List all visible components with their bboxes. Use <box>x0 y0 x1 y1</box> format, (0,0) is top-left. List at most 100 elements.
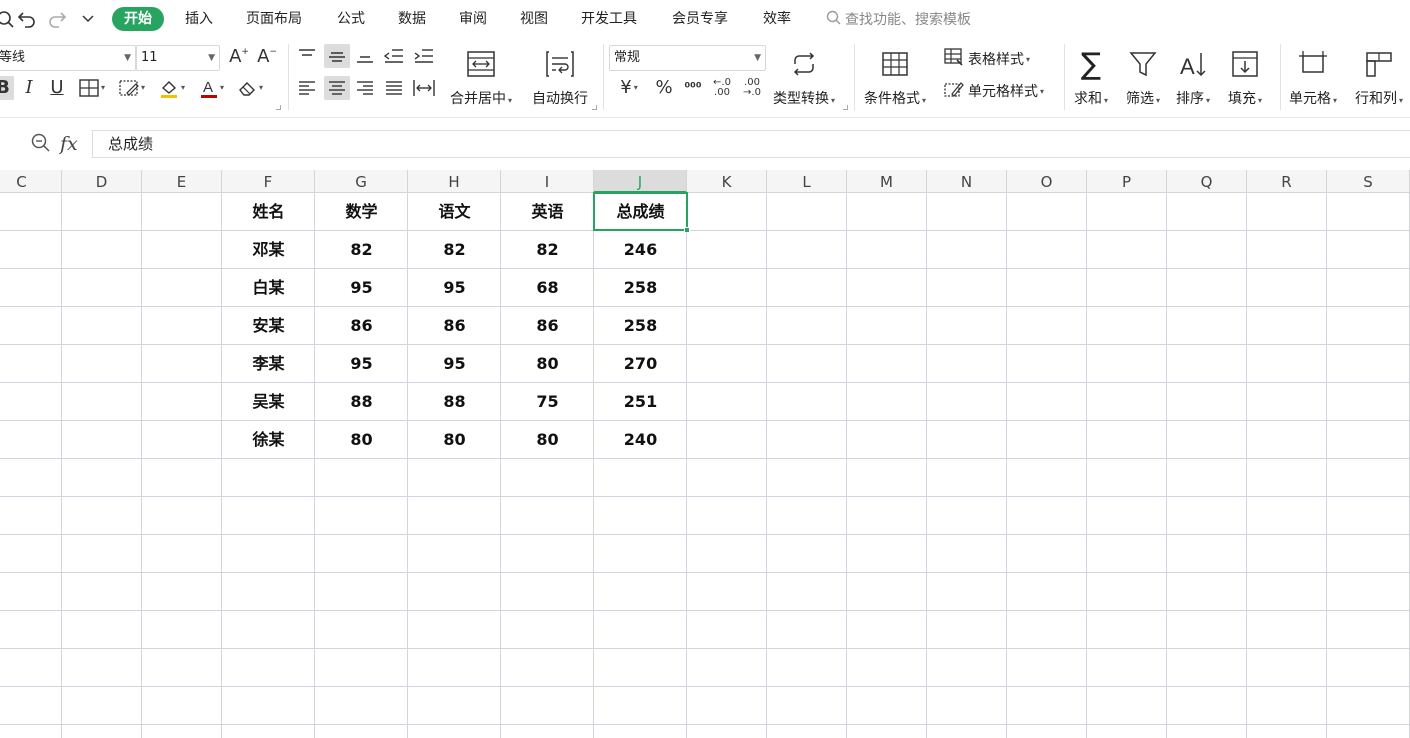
italic-icon[interactable]: I <box>18 76 40 100</box>
tab-efficiency[interactable]: 效率 <box>763 7 791 31</box>
fill-color-icon[interactable]: ▾ <box>154 76 190 100</box>
justify-icon[interactable] <box>382 76 406 100</box>
tab-formulas[interactable]: 公式 <box>337 7 365 31</box>
table-cell[interactable]: 李某 <box>222 345 315 383</box>
align-center-icon[interactable] <box>324 76 350 100</box>
table-cell[interactable]: 95 <box>408 269 501 307</box>
table-cell[interactable]: 80 <box>501 345 594 383</box>
border-icon[interactable]: ▾ <box>74 76 110 100</box>
increase-font-icon[interactable]: A + <box>228 46 250 68</box>
table-cell[interactable]: 258 <box>594 269 687 307</box>
conditional-format-button[interactable]: 条件格式 ▾ <box>864 44 926 108</box>
tab-page-layout[interactable]: 页面布局 <box>246 7 302 31</box>
table-cell[interactable]: 246 <box>594 231 687 269</box>
column-header-s[interactable]: S <box>1327 170 1410 193</box>
column-header-l[interactable]: L <box>767 170 847 193</box>
table-cell[interactable]: 95 <box>315 269 408 307</box>
column-header-m[interactable]: M <box>847 170 927 193</box>
distributed-align-icon[interactable] <box>412 76 436 100</box>
font-name-select[interactable]: 等线 ▼ <box>0 45 136 71</box>
column-header-o[interactable]: O <box>1007 170 1087 193</box>
formula-input[interactable]: 总成绩 <box>92 130 1410 158</box>
table-cell[interactable]: 75 <box>501 383 594 421</box>
table-style-button[interactable]: 表格样式 ▾ <box>944 48 1030 70</box>
wrap-text-button[interactable]: 自动换行 <box>532 44 588 108</box>
table-cell[interactable]: 80 <box>408 421 501 459</box>
column-header-p[interactable]: P <box>1087 170 1167 193</box>
increase-indent-icon[interactable] <box>412 44 436 68</box>
table-cell[interactable]: 88 <box>315 383 408 421</box>
align-middle-icon[interactable] <box>324 44 350 68</box>
column-header-e[interactable]: E <box>142 170 222 193</box>
thousands-separator-icon[interactable]: ⁰⁰⁰ <box>680 76 706 100</box>
align-bottom-icon[interactable] <box>354 44 376 68</box>
table-cell[interactable]: 安某 <box>222 307 315 345</box>
tab-insert[interactable]: 插入 <box>185 7 213 31</box>
column-header-h[interactable]: H <box>408 170 501 193</box>
fill-button[interactable]: 填充 ▾ <box>1228 44 1262 108</box>
sum-button[interactable]: ∑ 求和 ▾ <box>1074 44 1108 108</box>
align-top-icon[interactable] <box>296 44 318 68</box>
sort-button[interactable]: A 排序 ▾ <box>1176 44 1210 108</box>
table-cell[interactable]: 240 <box>594 421 687 459</box>
decrease-indent-icon[interactable] <box>382 44 406 68</box>
column-header-c[interactable]: C <box>0 170 62 193</box>
column-header-i[interactable]: I <box>501 170 594 193</box>
table-cell[interactable]: 82 <box>501 231 594 269</box>
column-header-d[interactable]: D <box>62 170 142 193</box>
table-cell[interactable]: 95 <box>408 345 501 383</box>
font-color-icon[interactable]: A ▾ <box>194 76 230 100</box>
fx-icon[interactable]: fx <box>60 133 78 155</box>
tab-data[interactable]: 数据 <box>398 7 426 31</box>
tab-view[interactable]: 视图 <box>520 7 548 31</box>
decrease-decimal-icon[interactable]: .00 →.0 <box>738 76 766 100</box>
merge-center-button[interactable]: 合并居中 ▾ <box>450 44 512 108</box>
table-cell[interactable]: 邓某 <box>222 231 315 269</box>
column-header-q[interactable]: Q <box>1167 170 1247 193</box>
header-cell[interactable]: 英语 <box>501 193 594 231</box>
percent-icon[interactable]: % <box>652 76 676 100</box>
redo-icon[interactable] <box>46 8 68 30</box>
tab-review[interactable]: 审阅 <box>459 7 487 31</box>
currency-icon[interactable]: ¥ ▾ <box>612 76 646 100</box>
underline-icon[interactable]: U <box>46 76 68 100</box>
table-cell[interactable]: 吴某 <box>222 383 315 421</box>
number-format-select[interactable]: 常规 ▼ <box>609 45 766 71</box>
column-header-r[interactable]: R <box>1247 170 1327 193</box>
align-left-icon[interactable] <box>296 76 318 100</box>
table-cell[interactable]: 80 <box>501 421 594 459</box>
row-col-button[interactable]: 行和列 ▾ <box>1355 44 1403 108</box>
cell-shading-icon[interactable]: ▾ <box>114 76 150 100</box>
tab-home[interactable]: 开始 <box>112 7 164 31</box>
table-cell[interactable]: 白某 <box>222 269 315 307</box>
increase-decimal-icon[interactable]: ←.0 .00 <box>708 76 736 100</box>
cell-button[interactable]: 单元格 ▾ <box>1289 44 1337 108</box>
tab-developer[interactable]: 开发工具 <box>581 7 637 31</box>
table-cell[interactable]: 80 <box>315 421 408 459</box>
quick-access-dropdown-icon[interactable] <box>77 8 99 30</box>
table-cell[interactable]: 86 <box>315 307 408 345</box>
table-cell[interactable]: 82 <box>315 231 408 269</box>
table-cell[interactable]: 86 <box>408 307 501 345</box>
table-cell[interactable]: 86 <box>501 307 594 345</box>
table-cell[interactable]: 88 <box>408 383 501 421</box>
table-cell[interactable]: 258 <box>594 307 687 345</box>
font-dialog-launcher-icon[interactable] <box>276 105 281 110</box>
table-cell[interactable]: 82 <box>408 231 501 269</box>
bold-icon[interactable]: B <box>0 76 14 100</box>
zoom-formula-icon[interactable] <box>30 132 50 156</box>
clear-format-icon[interactable]: ▾ <box>232 76 268 100</box>
cell-area[interactable] <box>0 193 1410 738</box>
align-dialog-launcher-icon[interactable] <box>592 105 597 110</box>
header-cell[interactable]: 数学 <box>315 193 408 231</box>
undo-icon[interactable] <box>16 8 38 30</box>
table-cell[interactable]: 95 <box>315 345 408 383</box>
column-header-n[interactable]: N <box>927 170 1007 193</box>
column-header-g[interactable]: G <box>315 170 408 193</box>
tab-membership[interactable]: 会员专享 <box>672 7 728 31</box>
table-cell[interactable]: 徐某 <box>222 421 315 459</box>
type-convert-button[interactable]: 类型转换 ▾ <box>773 44 835 108</box>
align-right-icon[interactable] <box>354 76 376 100</box>
table-cell[interactable]: 251 <box>594 383 687 421</box>
filter-button[interactable]: 筛选 ▾ <box>1126 44 1160 108</box>
